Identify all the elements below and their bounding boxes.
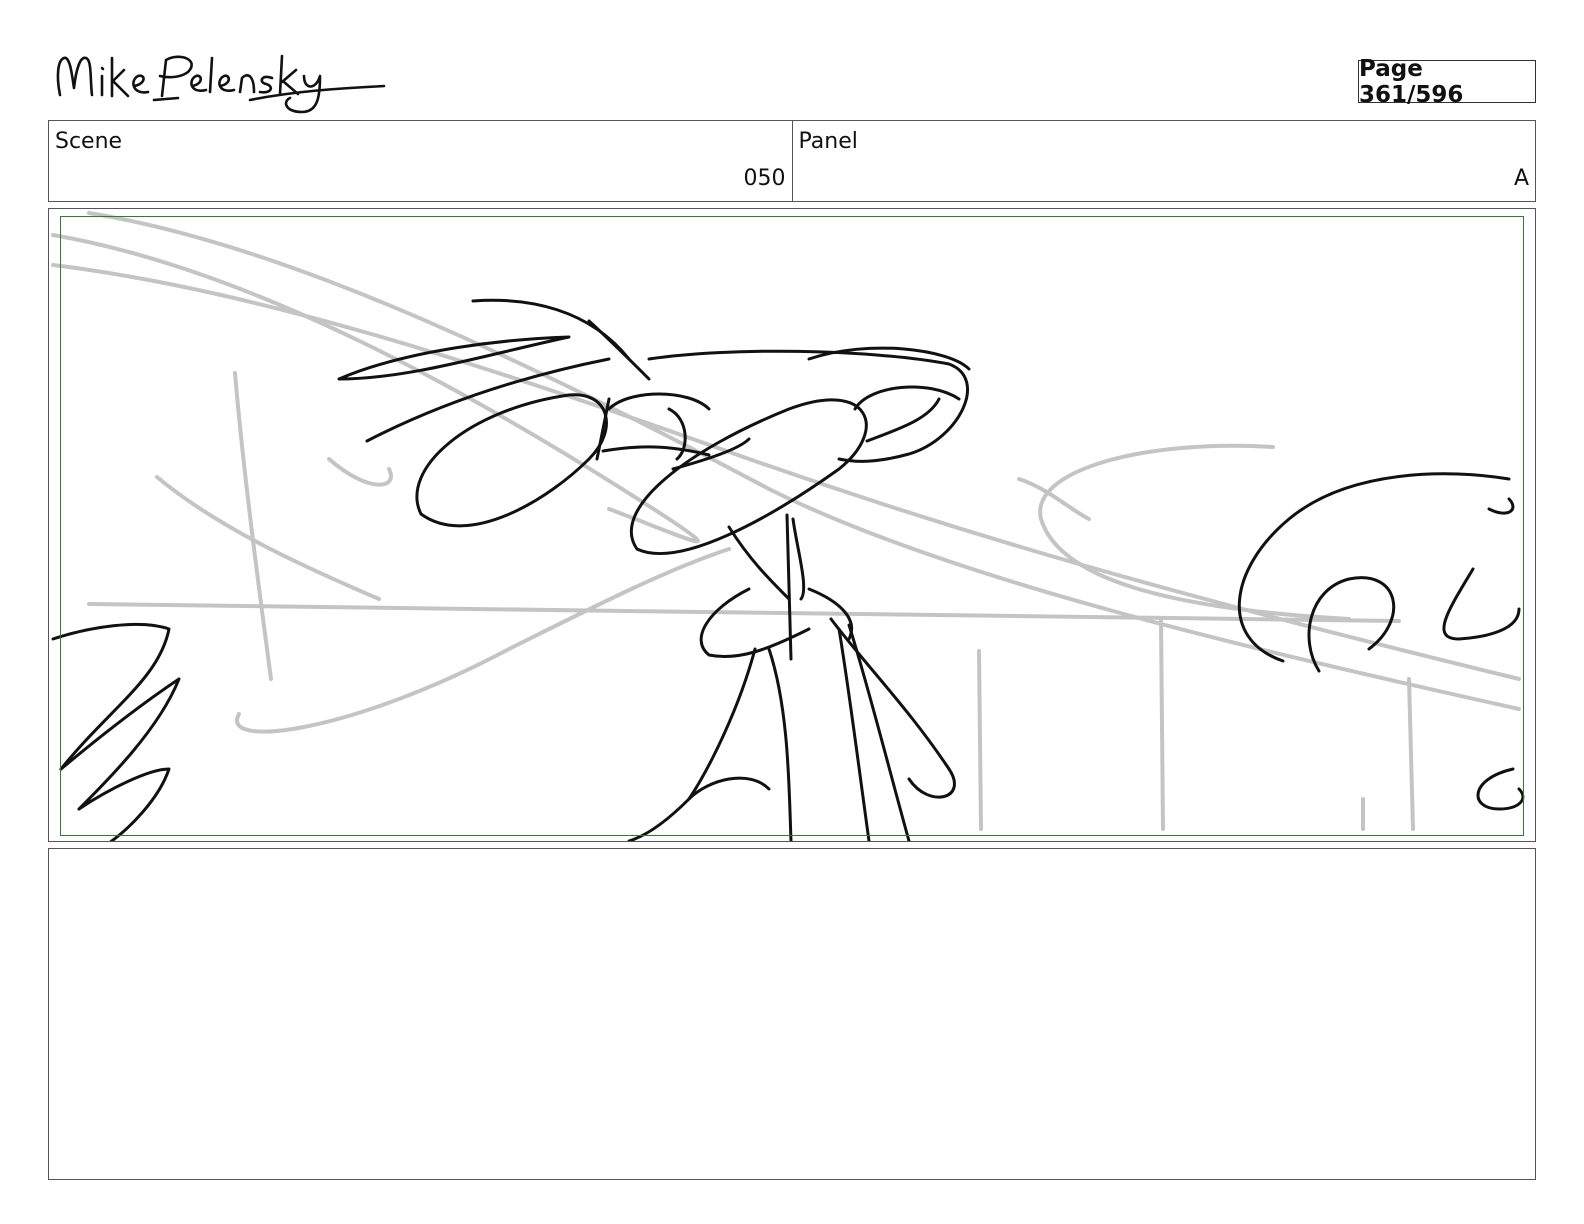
panel-letter: A [1513, 166, 1529, 191]
page-number-label: Page 361/596 [1358, 56, 1536, 108]
storyboard-sketch [51, 211, 1525, 841]
scene-cell: Scene 050 [49, 121, 792, 201]
signature-logo [56, 54, 386, 114]
panel-notes-box [48, 848, 1536, 1180]
scene-number: 050 [743, 166, 786, 191]
scene-panel-info-row: Scene 050 Panel A [48, 120, 1536, 202]
panel-label: Panel [798, 129, 858, 154]
scene-label: Scene [55, 129, 123, 154]
panel-cell: Panel A [791, 121, 1536, 201]
storyboard-panel-frame [48, 208, 1536, 842]
